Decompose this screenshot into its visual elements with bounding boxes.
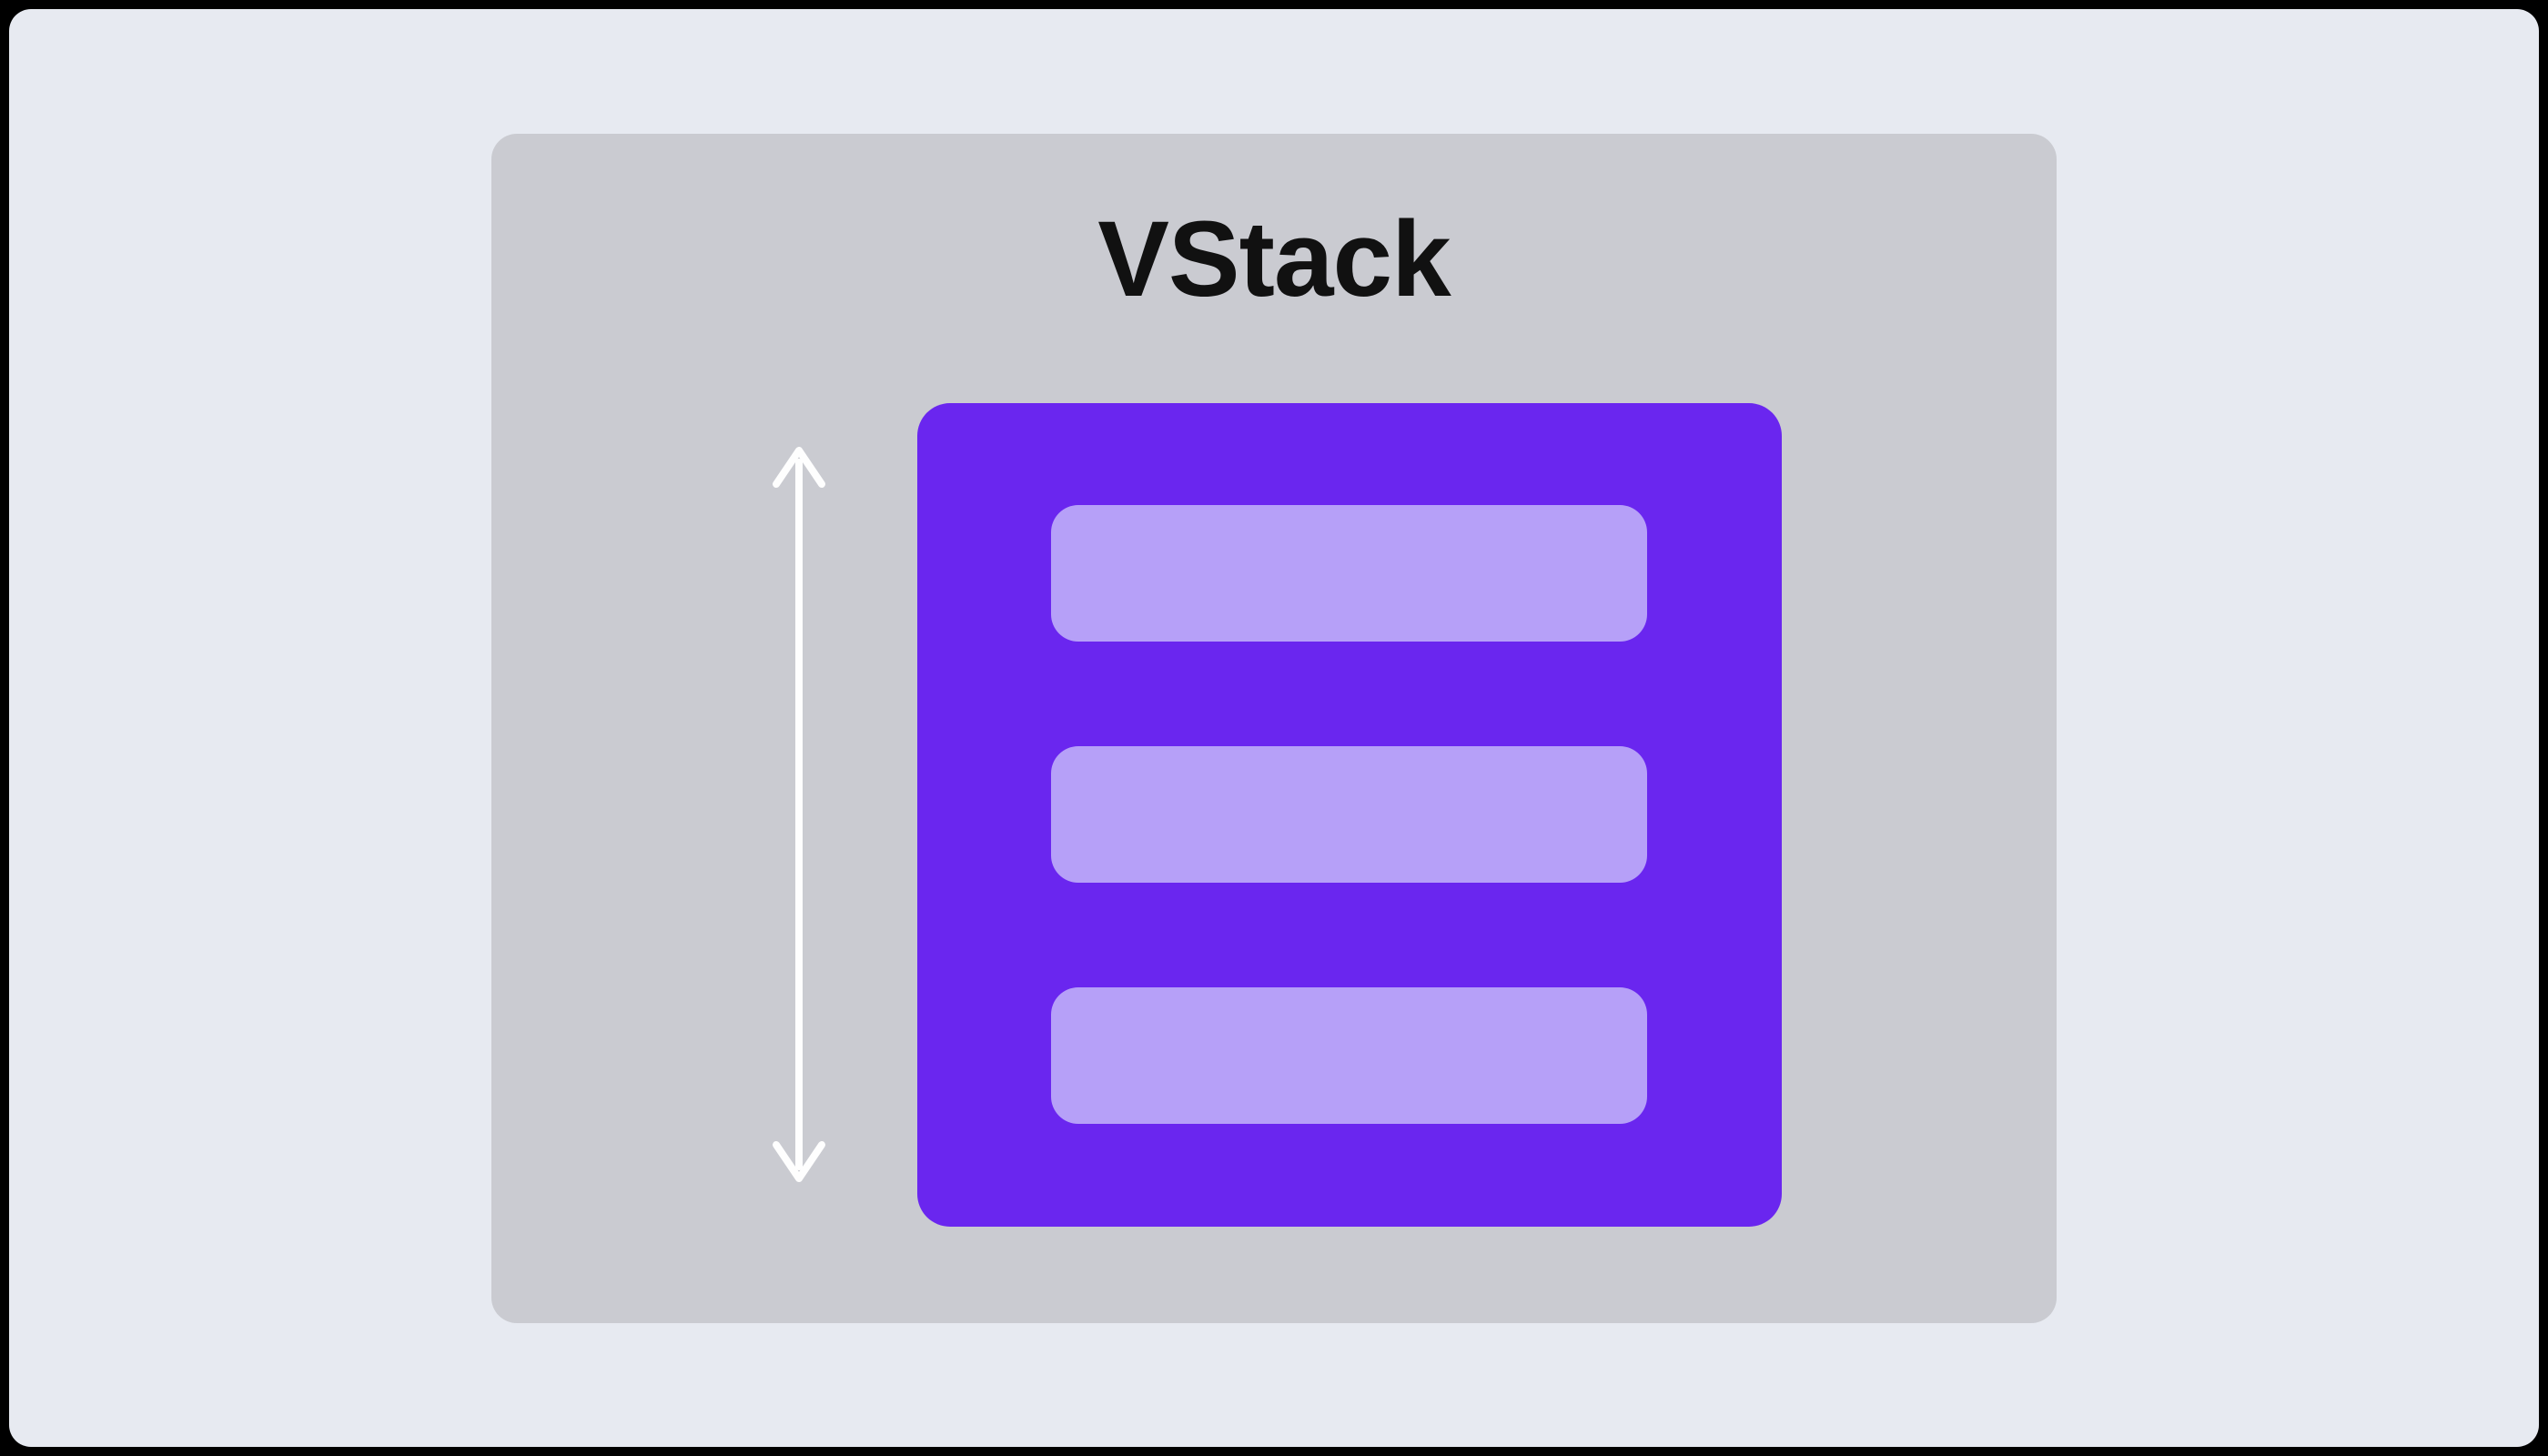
vstack-container <box>917 403 1782 1227</box>
stack-item <box>1051 746 1647 883</box>
vertical-axis-indicator <box>767 403 831 1227</box>
diagram-title: VStack <box>1097 197 1451 321</box>
stack-item <box>1051 987 1647 1124</box>
stack-item <box>1051 505 1647 642</box>
diagram-content <box>767 403 1782 1227</box>
diagram-panel: VStack <box>491 134 2057 1323</box>
page-background: VStack <box>9 9 2539 1447</box>
double-arrow-vertical-icon <box>767 437 831 1192</box>
